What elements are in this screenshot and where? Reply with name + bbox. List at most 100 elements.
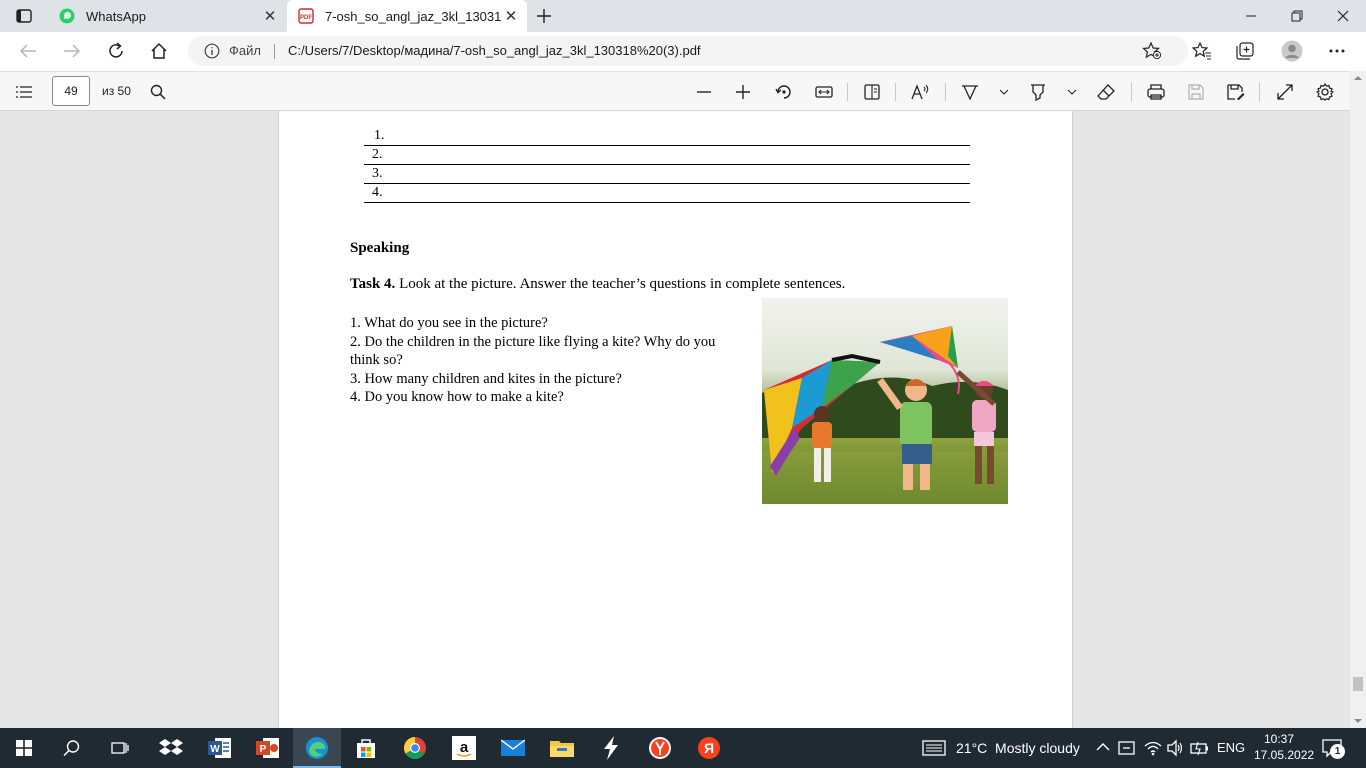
tab-pdf[interactable]: PDF 7-osh_so_angl_jaz_3kl_130318 (3 ✕ bbox=[287, 0, 527, 32]
clock[interactable]: 10:37 17.05.2022 bbox=[1254, 731, 1314, 763]
tab-whatsapp[interactable]: WhatsApp ✕ bbox=[48, 0, 286, 32]
edge-app[interactable] bbox=[293, 728, 341, 768]
yandex-browser-app[interactable]: Я bbox=[685, 728, 733, 768]
add-favorite-button[interactable] bbox=[1136, 35, 1168, 67]
scrollbar[interactable] bbox=[1350, 71, 1366, 728]
device-icon[interactable] bbox=[1118, 739, 1136, 757]
dropbox-app[interactable] bbox=[147, 728, 195, 768]
document-viewport[interactable]: 1. 2. 3. 4. Speaking Task 4. Look at the… bbox=[0, 111, 1350, 728]
draw-button[interactable] bbox=[954, 76, 986, 108]
plus-icon bbox=[537, 9, 551, 23]
tab-title: 7-osh_so_angl_jaz_3kl_130318 (3 bbox=[325, 8, 501, 24]
wifi-icon[interactable] bbox=[1144, 740, 1162, 756]
save-icon bbox=[1188, 84, 1204, 100]
answer-line: 1. bbox=[364, 127, 970, 146]
close-window-button[interactable] bbox=[1320, 0, 1366, 32]
task-view-button[interactable] bbox=[96, 728, 144, 768]
read-aloud-button[interactable] bbox=[905, 76, 937, 108]
close-tab-icon[interactable]: ✕ bbox=[260, 6, 280, 26]
info-icon[interactable] bbox=[204, 43, 220, 59]
answer-line-number: 4. bbox=[372, 185, 383, 200]
contents-button[interactable] bbox=[8, 76, 40, 108]
url-text[interactable]: C:/Users/7/Desktop/мадина/7-osh_so_angl_… bbox=[288, 43, 701, 58]
question-list: 1. What do you see in the picture? 2. Do… bbox=[350, 314, 735, 407]
edge-icon bbox=[306, 737, 328, 759]
question: 4. Do you know how to make a kite? bbox=[350, 389, 564, 406]
highlight-button[interactable] bbox=[1022, 76, 1054, 108]
profile-button[interactable] bbox=[1276, 35, 1308, 67]
store-app[interactable] bbox=[342, 728, 390, 768]
start-button[interactable] bbox=[0, 728, 48, 768]
svg-text:Я: Я bbox=[704, 740, 714, 756]
weather-icon[interactable] bbox=[922, 740, 946, 756]
settings-button[interactable] bbox=[1309, 76, 1341, 108]
fit-width-button[interactable] bbox=[808, 76, 840, 108]
chevron-down-icon bbox=[999, 89, 1009, 95]
fullscreen-button[interactable] bbox=[1269, 76, 1301, 108]
page-total: из 50 bbox=[102, 84, 131, 98]
refresh-icon bbox=[109, 42, 123, 58]
pdf-file-icon: PDF bbox=[297, 7, 315, 25]
file-explorer-app[interactable] bbox=[538, 728, 586, 768]
lightning-icon bbox=[604, 736, 618, 760]
bolt-app[interactable] bbox=[587, 728, 635, 768]
new-tab-button[interactable] bbox=[531, 4, 557, 28]
draw-icon bbox=[962, 85, 978, 101]
save-button[interactable] bbox=[1180, 76, 1212, 108]
back-button[interactable] bbox=[12, 35, 44, 67]
tab-strip: WhatsApp ✕ PDF 7-osh_so_angl_jaz_3kl_130… bbox=[0, 0, 1366, 32]
arrow-right-icon bbox=[64, 44, 81, 58]
refresh-button[interactable] bbox=[100, 35, 132, 67]
battery-icon[interactable] bbox=[1190, 740, 1210, 756]
page-number-input[interactable]: 49 bbox=[52, 76, 90, 106]
collections-button[interactable] bbox=[1229, 35, 1261, 67]
close-tab-icon[interactable]: ✕ bbox=[501, 6, 521, 26]
windows-icon bbox=[16, 740, 32, 756]
yandex-browser-icon: Я bbox=[698, 737, 720, 759]
chevron-down-icon bbox=[1067, 89, 1077, 95]
search-button[interactable] bbox=[48, 728, 96, 768]
mail-app[interactable] bbox=[489, 728, 537, 768]
save-as-button[interactable] bbox=[1220, 76, 1252, 108]
highlight-options-button[interactable] bbox=[1058, 76, 1086, 108]
page-view-icon bbox=[864, 84, 880, 100]
draw-options-button[interactable] bbox=[990, 76, 1018, 108]
mail-icon bbox=[501, 739, 525, 756]
zoom-in-button[interactable] bbox=[727, 76, 759, 108]
print-button[interactable] bbox=[1140, 76, 1172, 108]
svg-text:W: W bbox=[210, 744, 220, 755]
answer-line-number: 2. bbox=[372, 147, 383, 162]
yandex-app[interactable] bbox=[636, 728, 684, 768]
answer-line: 2. bbox=[364, 146, 970, 165]
task-view-icon bbox=[111, 742, 129, 754]
arrow-left-icon bbox=[19, 44, 36, 58]
favorites-button[interactable] bbox=[1186, 35, 1218, 67]
gear-icon bbox=[1316, 83, 1334, 101]
search-button[interactable] bbox=[142, 76, 174, 108]
minus-icon bbox=[697, 91, 711, 93]
rotate-button[interactable] bbox=[768, 76, 800, 108]
notifications-button[interactable]: 1 bbox=[1322, 738, 1345, 759]
pdf-page: 1. 2. 3. 4. Speaking Task 4. Look at the… bbox=[278, 111, 1073, 728]
volume-icon[interactable] bbox=[1166, 739, 1184, 757]
erase-button[interactable] bbox=[1090, 76, 1122, 108]
chevron-up-icon[interactable] bbox=[1096, 742, 1110, 752]
restore-button[interactable] bbox=[1274, 0, 1320, 32]
menu-button[interactable] bbox=[1321, 35, 1353, 67]
chrome-app[interactable] bbox=[391, 728, 439, 768]
navigation-bar: Файл C:/Users/7/Desktop/мадина/7-osh_so_… bbox=[0, 32, 1366, 71]
home-button[interactable] bbox=[143, 35, 175, 67]
amazon-app[interactable]: a bbox=[440, 728, 488, 768]
minimize-button[interactable] bbox=[1228, 0, 1274, 32]
weather-text[interactable]: 21°C Mostly cloudy bbox=[956, 740, 1080, 756]
forward-button[interactable] bbox=[56, 35, 88, 67]
input-language[interactable]: ENG bbox=[1217, 740, 1245, 755]
powerpoint-app[interactable]: P bbox=[244, 728, 292, 768]
zoom-out-button[interactable] bbox=[688, 76, 720, 108]
expand-icon bbox=[1277, 84, 1293, 100]
tab-actions-button[interactable] bbox=[10, 6, 38, 26]
page-view-button[interactable] bbox=[856, 76, 888, 108]
pdf-toolbar: 49 из 50 bbox=[0, 71, 1366, 111]
word-app[interactable]: W bbox=[196, 728, 244, 768]
address-bar[interactable]: Файл C:/Users/7/Desktop/мадина/7-osh_so_… bbox=[188, 36, 1188, 66]
